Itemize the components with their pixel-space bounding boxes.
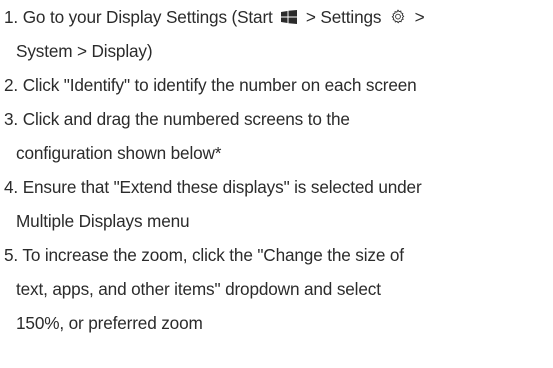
step-3-line-2: configuration shown below* bbox=[4, 136, 552, 170]
step-1-line-1: 1. Go to your Display Settings (Start > … bbox=[4, 0, 552, 34]
step-text: To increase the zoom, click the "Change … bbox=[22, 245, 404, 265]
step-number: 2. bbox=[4, 75, 19, 95]
step-4-line-1: 4. Ensure that "Extend these displays" i… bbox=[4, 170, 552, 204]
step-text: Go to your Display Settings (Start bbox=[22, 7, 273, 27]
step-text: > Settings bbox=[305, 7, 382, 27]
step-5-line-2: text, apps, and other items" dropdown an… bbox=[4, 272, 552, 306]
step-text: > bbox=[414, 7, 425, 27]
step-number: 3. bbox=[4, 109, 19, 129]
step-number: 5. bbox=[4, 245, 19, 265]
step-text: Click and drag the numbered screens to t… bbox=[22, 109, 350, 129]
step-5-line-1: 5. To increase the zoom, click the "Chan… bbox=[4, 238, 552, 272]
step-number: 4. bbox=[4, 177, 19, 197]
step-3-line-1: 3. Click and drag the numbered screens t… bbox=[4, 102, 552, 136]
step-1-line-2: System > Display) bbox=[4, 34, 552, 68]
step-4-line-2: Multiple Displays menu bbox=[4, 204, 552, 238]
step-number: 1. bbox=[4, 7, 19, 27]
gear-icon bbox=[390, 2, 406, 24]
instruction-steps: 1. Go to your Display Settings (Start > … bbox=[4, 0, 552, 340]
step-5-line-3: 150%, or preferred zoom bbox=[4, 306, 552, 340]
step-text: Multiple Displays menu bbox=[16, 211, 190, 231]
windows-logo-icon bbox=[281, 1, 298, 24]
step-text: configuration shown below* bbox=[16, 143, 222, 163]
step-text: Ensure that "Extend these displays" is s… bbox=[22, 177, 422, 197]
step-text: 150%, or preferred zoom bbox=[16, 313, 203, 333]
step-text: Click "Identify" to identify the number … bbox=[22, 75, 417, 95]
step-text: text, apps, and other items" dropdown an… bbox=[16, 279, 381, 299]
step-2-line-1: 2. Click "Identify" to identify the numb… bbox=[4, 68, 552, 102]
step-text: System > Display) bbox=[16, 41, 153, 61]
